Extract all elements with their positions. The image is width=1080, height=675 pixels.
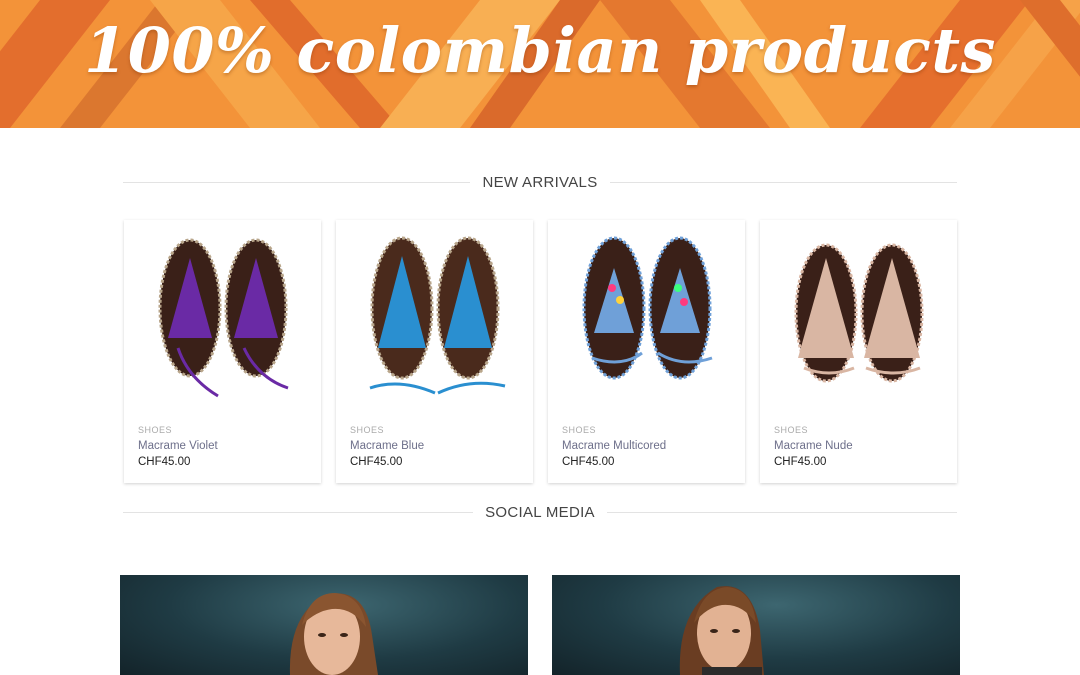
- product-card[interactable]: SHOES Macrame Nude CHF45.00: [760, 220, 957, 483]
- social-media-heading: SOCIAL MEDIA: [123, 502, 957, 522]
- model-photo: [289, 593, 378, 675]
- sandal-image: [794, 243, 923, 382]
- product-name-link[interactable]: Macrame Multicored: [562, 440, 666, 452]
- divider-line: [606, 511, 957, 513]
- divider-line: [609, 181, 957, 183]
- product-price: CHF45.00: [562, 456, 615, 468]
- sandal-image: [158, 238, 288, 397]
- banner-title: 100% colombian products: [84, 14, 996, 87]
- product-name-link[interactable]: Macrame Violet: [138, 440, 218, 452]
- hero-banner: 100% colombian products: [0, 0, 1080, 128]
- divider-line: [123, 181, 471, 183]
- social-media-label: SOCIAL MEDIA: [485, 503, 595, 521]
- divider-line: [123, 511, 474, 513]
- sandal-image: [582, 236, 712, 379]
- product-image[interactable]: [548, 220, 745, 415]
- product-card[interactable]: SHOES Macrame Blue CHF45.00: [336, 220, 533, 483]
- product-category: SHOES: [562, 425, 597, 435]
- social-photo[interactable]: [552, 575, 960, 675]
- product-name-link[interactable]: Macrame Nude: [774, 440, 853, 452]
- product-price: CHF45.00: [350, 456, 403, 468]
- sandal-image: [369, 236, 505, 394]
- new-arrivals-label: NEW ARRIVALS: [482, 173, 598, 191]
- model-photo: [679, 586, 764, 675]
- product-price: CHF45.00: [774, 456, 827, 468]
- product-category: SHOES: [774, 425, 809, 435]
- product-price: CHF45.00: [138, 456, 191, 468]
- product-image[interactable]: [124, 220, 321, 415]
- product-name-link[interactable]: Macrame Blue: [350, 440, 424, 452]
- product-category: SHOES: [138, 425, 173, 435]
- product-card[interactable]: SHOES Macrame Multicored CHF45.00: [548, 220, 745, 483]
- product-card[interactable]: SHOES Macrame Violet CHF45.00: [124, 220, 321, 483]
- product-image[interactable]: [760, 220, 957, 415]
- new-arrivals-heading: NEW ARRIVALS: [123, 172, 957, 192]
- product-category: SHOES: [350, 425, 385, 435]
- social-photo[interactable]: [120, 575, 528, 675]
- product-grid: SHOES Macrame Violet CHF45.00 SHOES Macr…: [124, 220, 957, 483]
- product-image[interactable]: [336, 220, 533, 415]
